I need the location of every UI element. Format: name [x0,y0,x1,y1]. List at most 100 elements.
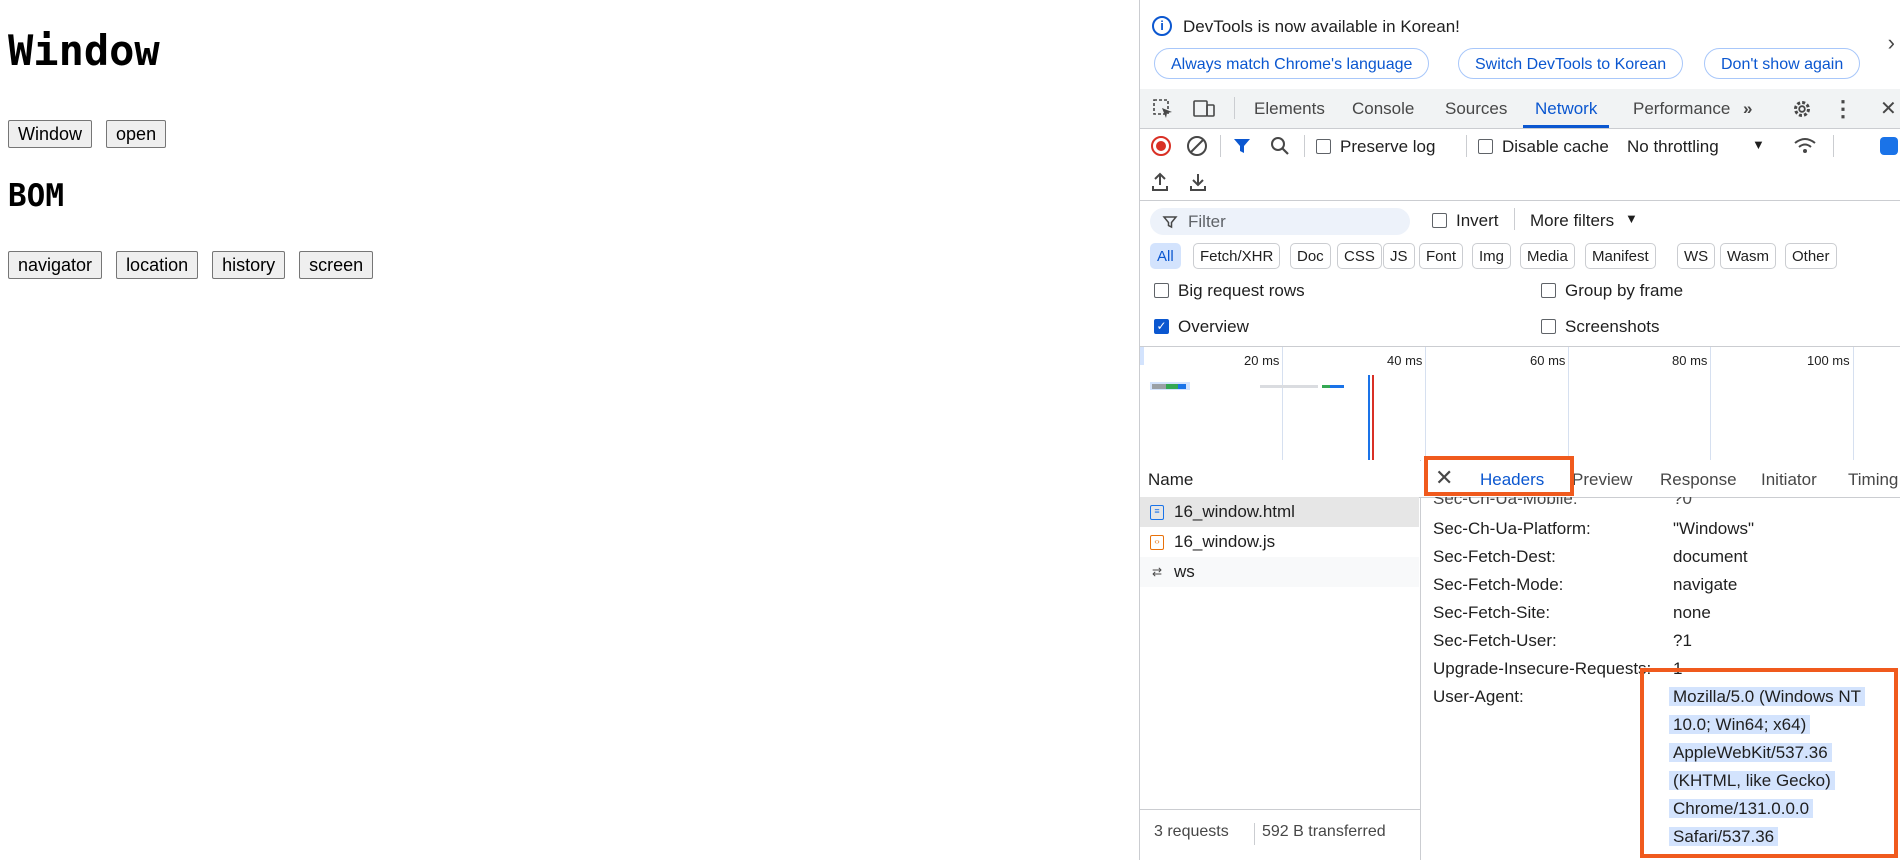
disable-cache-checkbox[interactable] [1478,139,1493,154]
request-row-js[interactable]: ‹› 16_window.js [1140,527,1419,557]
header-key: Sec-Fetch-User: [1433,631,1557,650]
waterfall-bar [1152,384,1166,389]
dom-content-loaded-marker [1368,375,1370,460]
window-buttons: Window open [8,120,167,148]
request-row-html[interactable]: ≡ 16_window.html [1140,497,1419,527]
chip-doc[interactable]: Doc [1290,243,1331,269]
selection-handle[interactable] [1140,347,1144,365]
request-name: ws [1174,562,1195,581]
devtools-tabbar: Elements Console Sources Network Perform… [1140,89,1900,129]
infobar-message: DevTools is now available in Korean! [1183,17,1460,36]
import-export-toolbar [1140,164,1900,201]
chip-wasm[interactable]: Wasm [1720,243,1776,269]
chip-ws[interactable]: WS [1677,243,1716,269]
navigator-button[interactable]: navigator [8,251,103,279]
header-key: Sec-Fetch-Site: [1433,603,1551,622]
preserve-log-label: Preserve log [1340,137,1436,156]
device-toolbar-icon[interactable] [1192,98,1216,120]
upload-icon[interactable] [1150,171,1170,193]
chip-fetch-xhr[interactable]: Fetch/XHR [1193,243,1281,269]
script-icon: ‹› [1150,535,1164,550]
gear-icon[interactable] [1791,98,1813,120]
header-key: Sec-Ch-Ua-Mobile: [1433,497,1578,508]
timeline-label: 20 ms [1244,353,1280,368]
waterfall-bar [1178,384,1186,389]
request-row-ws[interactable]: ⇄ ws [1140,557,1419,587]
tab-network[interactable]: Network [1523,89,1610,128]
record-stop-icon[interactable] [1150,135,1172,157]
tab-performance[interactable]: Performance [1633,89,1730,127]
filter-funnel-icon[interactable] [1232,136,1252,156]
chevron-down-icon[interactable]: ▼ [1625,211,1638,226]
tab-console[interactable]: Console [1352,89,1414,127]
divider [1466,135,1467,157]
preserve-log-checkbox[interactable] [1316,139,1331,154]
screen-button[interactable]: screen [299,251,374,279]
highlight-box-headers-tab [1424,456,1574,496]
chip-media[interactable]: Media [1520,243,1575,269]
invert-checkbox[interactable] [1432,213,1447,228]
inspect-element-icon[interactable] [1152,98,1174,120]
more-tabs-icon[interactable]: » [1743,89,1752,127]
header-value: ?1 [1673,631,1692,650]
request-list: ≡ 16_window.html ‹› 16_window.js ⇄ ws [1140,497,1421,809]
info-icon: i [1152,16,1172,36]
group-by-frame-checkbox[interactable] [1541,283,1556,298]
big-request-rows-label: Big request rows [1178,281,1305,300]
name-column-header[interactable]: Name [1140,460,1420,498]
big-request-rows-checkbox[interactable] [1154,283,1169,298]
location-button[interactable]: location [116,251,199,279]
header-key: User-Agent: [1433,687,1524,706]
filter-placeholder: Filter [1188,212,1226,231]
match-language-button[interactable]: Always match Chrome's language [1154,48,1430,79]
open-button[interactable]: open [106,120,167,148]
group-by-frame-label: Group by frame [1565,281,1684,300]
close-icon[interactable]: ✕ [1880,89,1897,127]
overview-timeline[interactable]: 20 ms 40 ms 60 ms 80 ms 100 ms [1140,347,1900,461]
chip-js[interactable]: JS [1383,243,1415,269]
window-button[interactable]: Window [8,120,93,148]
tab-elements[interactable]: Elements [1254,89,1325,127]
chevron-down-icon[interactable]: ▼ [1752,137,1765,152]
name-header-label: Name [1148,470,1194,489]
tab-preview[interactable]: Preview [1572,460,1632,497]
divider [1514,208,1515,230]
throttling-select[interactable]: No throttling [1627,137,1719,157]
chip-css[interactable]: CSS [1337,243,1382,269]
download-icon[interactable] [1188,171,1208,193]
clear-icon[interactable] [1186,135,1208,157]
overview-checkbox[interactable]: ✓ [1154,319,1169,334]
tab-timing[interactable]: Timing [1848,460,1898,497]
kebab-menu-icon[interactable]: ⋮ [1832,89,1854,127]
history-button[interactable]: history [212,251,286,279]
grid-line [1568,347,1569,460]
screenshots-checkbox[interactable] [1541,319,1556,334]
chip-manifest[interactable]: Manifest [1585,243,1656,269]
network-conditions-icon[interactable] [1793,136,1817,156]
extension-icon[interactable] [1880,137,1898,155]
tab-response[interactable]: Response [1660,460,1737,497]
header-key: Sec-Fetch-Mode: [1433,575,1564,594]
resource-type-filters: All Fetch/XHR Doc CSS JS Font Img Media … [1140,238,1900,273]
chevron-right-icon[interactable]: › [1888,30,1895,56]
screenshots-label: Screenshots [1565,317,1660,336]
chip-img[interactable]: Img [1472,243,1512,269]
tab-initiator[interactable]: Initiator [1761,460,1817,497]
divider [1833,135,1834,157]
header-value: ?0 [1673,497,1692,508]
dont-show-again-button[interactable]: Don't show again [1704,48,1861,79]
timeline-label: 60 ms [1530,353,1566,368]
tab-sources[interactable]: Sources [1445,89,1507,127]
transferred-size: 592 B transferred [1262,823,1386,840]
divider [1220,135,1221,157]
filter-input[interactable]: Filter [1150,208,1410,235]
chip-other[interactable]: Other [1785,243,1837,269]
more-filters-dropdown[interactable]: More filters [1530,211,1614,231]
overview-label: Overview [1178,317,1249,336]
search-icon[interactable] [1270,136,1290,156]
waterfall-bar [1330,385,1344,388]
switch-korean-button[interactable]: Switch DevTools to Korean [1458,48,1684,79]
chip-font[interactable]: Font [1419,243,1464,269]
invert-label: Invert [1456,211,1499,230]
chip-all[interactable]: All [1150,243,1181,269]
